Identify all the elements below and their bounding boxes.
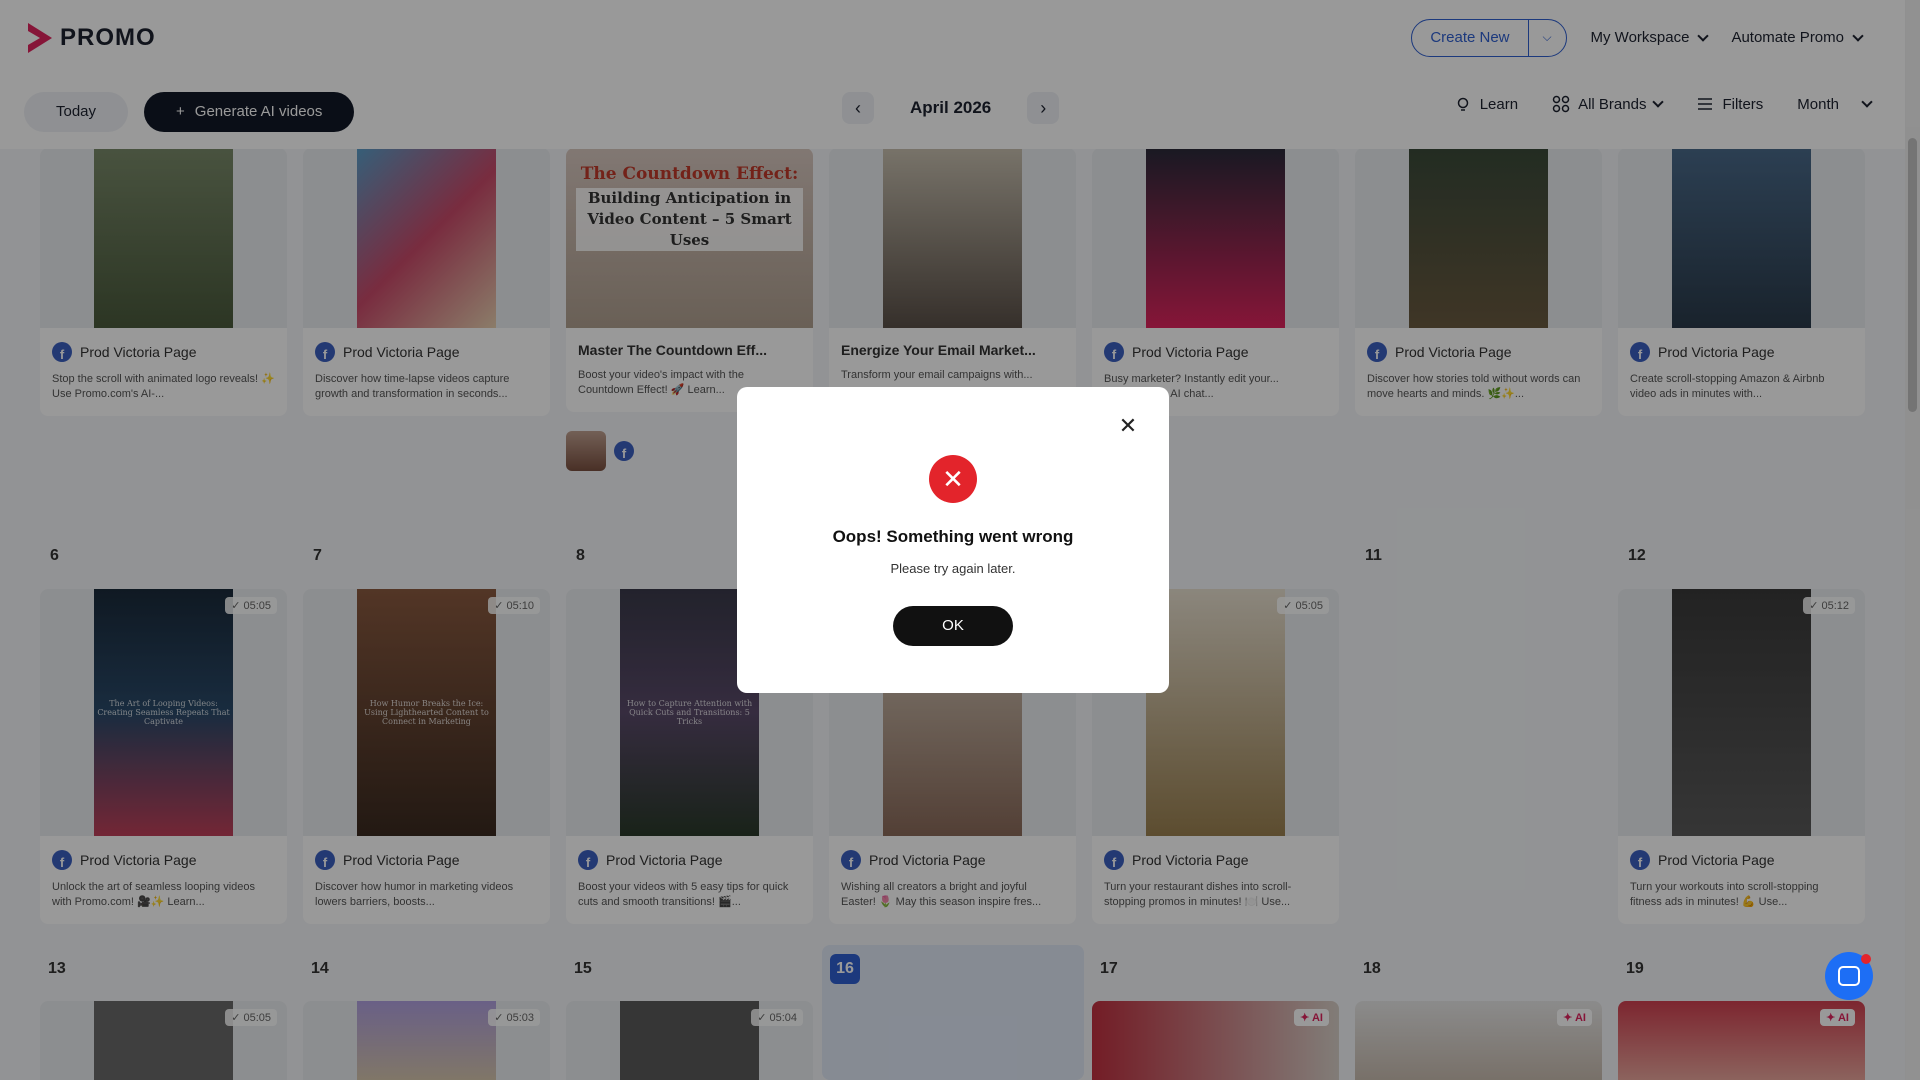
- dialog-message: Please try again later.: [890, 561, 1016, 576]
- error-x-icon: ✕: [929, 455, 977, 503]
- error-dialog: ✕ ✕ Oops! Something went wrong Please tr…: [737, 387, 1169, 693]
- chat-support-button[interactable]: [1825, 952, 1873, 1000]
- notification-dot: [1861, 954, 1871, 964]
- ok-button[interactable]: OK: [893, 606, 1013, 646]
- chat-icon: [1838, 966, 1860, 986]
- close-icon[interactable]: ✕: [1117, 415, 1139, 437]
- dialog-title: Oops! Something went wrong: [832, 527, 1074, 546]
